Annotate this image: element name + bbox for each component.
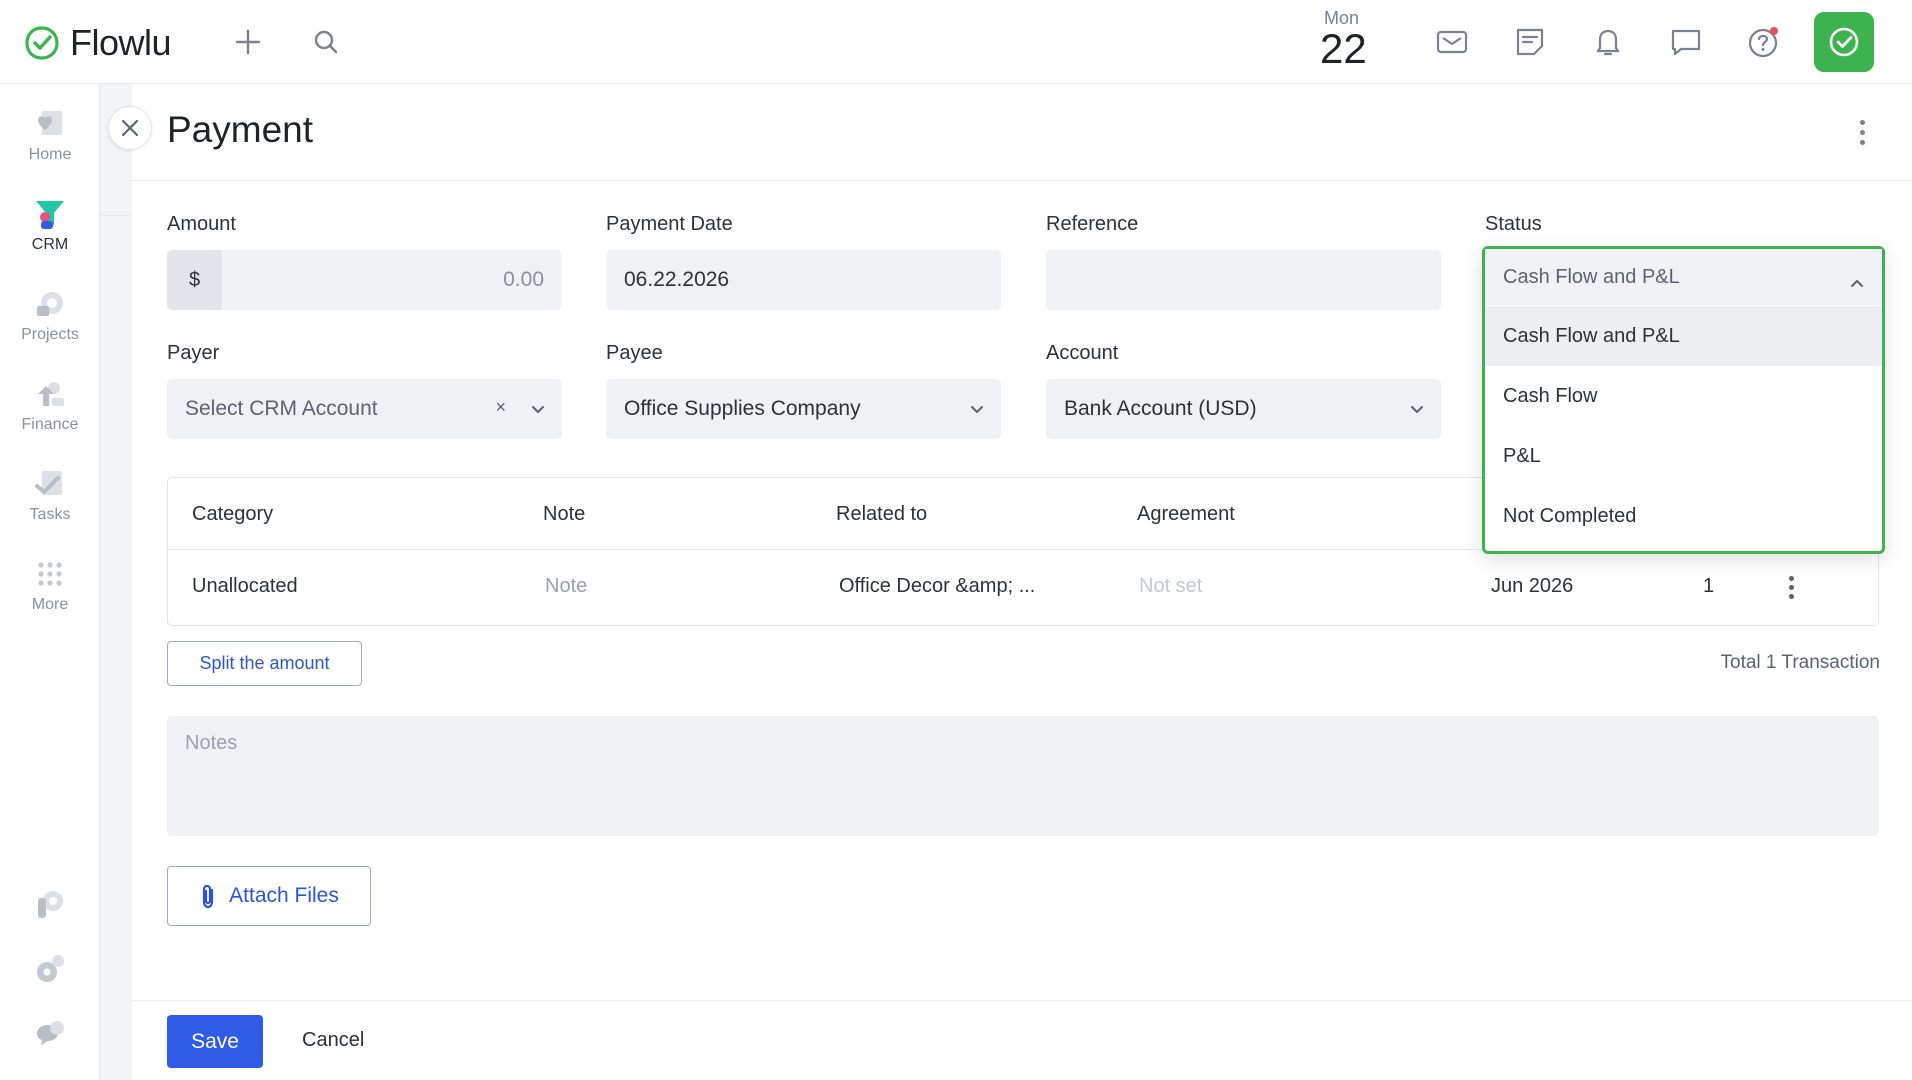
- sidebar-item-finance[interactable]: Finance: [0, 376, 100, 434]
- sidebar-label-more: More: [31, 596, 69, 613]
- status-dropdown[interactable]: Cash Flow and P&L Cash Flow and P&L Cash…: [1482, 246, 1885, 554]
- chevron-down-icon: [1409, 401, 1425, 417]
- close-icon: [121, 119, 139, 137]
- cell-category[interactable]: Unallocated: [192, 575, 298, 598]
- chevron-down-icon: [969, 401, 985, 417]
- column-header-note: Note: [543, 503, 586, 525]
- sidebar-label-tasks: Tasks: [29, 506, 71, 523]
- form-footer: [132, 1000, 1912, 1080]
- sidebar-label-home: Home: [28, 146, 72, 163]
- account-select[interactable]: Bank Account (USD): [1046, 379, 1441, 439]
- payer-label: Payer: [167, 342, 220, 364]
- search-icon[interactable]: [308, 24, 344, 60]
- add-icon[interactable]: [230, 24, 266, 60]
- status-option-not-completed[interactable]: Not Completed: [1485, 486, 1882, 546]
- header-divider: [132, 180, 1912, 181]
- payment-date-label: Payment Date: [606, 213, 733, 235]
- date-number: 22: [1320, 25, 1367, 72]
- logo-check-icon: [25, 26, 59, 60]
- cell-quantity[interactable]: 1: [1703, 575, 1714, 598]
- column-header-agreement: Agreement: [1137, 503, 1235, 525]
- grid-dots-icon: [32, 556, 68, 592]
- sidebar-label-finance: Finance: [21, 416, 79, 433]
- complete-check-button[interactable]: [1814, 12, 1874, 72]
- date-widget[interactable]: Mon 22: [1320, 8, 1390, 72]
- cell-note[interactable]: Note: [545, 575, 587, 598]
- sidebar-item-home[interactable]: Home: [0, 106, 100, 164]
- clear-icon[interactable]: ×: [495, 397, 506, 418]
- left-sidebar: Home CRM Projects Finance Tasks More: [0, 84, 100, 1080]
- status-option-cash-flow-pl[interactable]: Cash Flow and P&L: [1485, 306, 1882, 366]
- attach-files-button[interactable]: Attach Files: [167, 866, 371, 926]
- attach-files-label: Attach Files: [229, 884, 339, 907]
- amount-label: Amount: [167, 213, 236, 235]
- app-name: Flowlu: [70, 22, 172, 63]
- mail-icon[interactable]: [1434, 24, 1470, 60]
- cancel-button[interactable]: Cancel: [302, 1029, 364, 1052]
- sidebar-label-projects: Projects: [21, 326, 79, 343]
- status-option-cash-flow[interactable]: Cash Flow: [1485, 366, 1882, 426]
- bell-icon[interactable]: [1590, 24, 1626, 60]
- support-chat-icon[interactable]: [30, 1014, 70, 1054]
- sidebar-label-crm: CRM: [31, 236, 69, 253]
- total-transactions: Total 1 Transaction: [1720, 652, 1880, 673]
- cell-period[interactable]: Jun 2026: [1491, 575, 1573, 598]
- cell-related-to[interactable]: Office Decor &amp; ...: [839, 575, 1035, 598]
- status-option-pl[interactable]: P&L: [1485, 426, 1882, 486]
- column-header-related-to: Related to: [836, 503, 928, 525]
- reference-input[interactable]: [1046, 250, 1441, 310]
- payee-value: Office Supplies Company: [624, 397, 861, 420]
- payer-select[interactable]: Select CRM Account ×: [167, 379, 562, 439]
- chevron-down-icon: [530, 401, 546, 417]
- sidebar-item-crm[interactable]: CRM: [0, 196, 100, 254]
- crm-icon: [32, 196, 68, 232]
- panel-gutter: [100, 84, 132, 1080]
- notes-textarea[interactable]: Notes: [167, 716, 1879, 836]
- status-value: Cash Flow and P&L: [1503, 265, 1680, 288]
- paperclip-icon: [203, 884, 214, 909]
- panel-gutter-top: [100, 84, 132, 216]
- projects-icon: [32, 286, 68, 322]
- reference-label: Reference: [1046, 213, 1139, 235]
- account-value: Bank Account (USD): [1064, 397, 1257, 420]
- column-header-category: Category: [192, 503, 274, 525]
- save-button[interactable]: Save: [167, 1015, 263, 1068]
- row-more-icon[interactable]: [1786, 576, 1796, 604]
- top-bar: Flowlu Mon 22: [0, 0, 1912, 84]
- help-icon[interactable]: [1746, 24, 1782, 60]
- home-icon: [32, 106, 68, 142]
- notes-icon[interactable]: [1512, 24, 1548, 60]
- chevron-up-icon: [1850, 271, 1864, 294]
- check-circle-icon: [1829, 27, 1859, 57]
- currency-prefix: $: [167, 250, 222, 310]
- cell-agreement[interactable]: Not set: [1139, 575, 1202, 598]
- account-label: Account: [1046, 342, 1119, 364]
- sidebar-item-projects[interactable]: Projects: [0, 286, 100, 344]
- close-button[interactable]: [108, 106, 152, 150]
- payee-select[interactable]: Office Supplies Company: [606, 379, 1001, 439]
- settings-gear-icon[interactable]: [30, 949, 70, 989]
- payer-value: Select CRM Account: [185, 397, 378, 420]
- payment-date-input[interactable]: 06.22.2026: [606, 250, 1001, 310]
- app-logo[interactable]: Flowlu: [24, 22, 172, 64]
- finance-icon: [32, 376, 68, 412]
- tasks-icon: [32, 466, 68, 502]
- amount-input[interactable]: 0.00: [222, 250, 562, 310]
- payee-label: Payee: [606, 342, 663, 364]
- page-title: Payment: [167, 109, 314, 150]
- status-label: Status: [1485, 213, 1542, 235]
- status-select[interactable]: Cash Flow and P&L: [1485, 249, 1882, 305]
- chat-icon[interactable]: [1668, 24, 1704, 60]
- apps-icon[interactable]: [30, 884, 70, 924]
- split-amount-button[interactable]: Split the amount: [167, 641, 362, 686]
- sidebar-item-tasks[interactable]: Tasks: [0, 466, 100, 524]
- more-options-icon[interactable]: [1850, 112, 1874, 152]
- sidebar-item-more[interactable]: More: [0, 556, 100, 614]
